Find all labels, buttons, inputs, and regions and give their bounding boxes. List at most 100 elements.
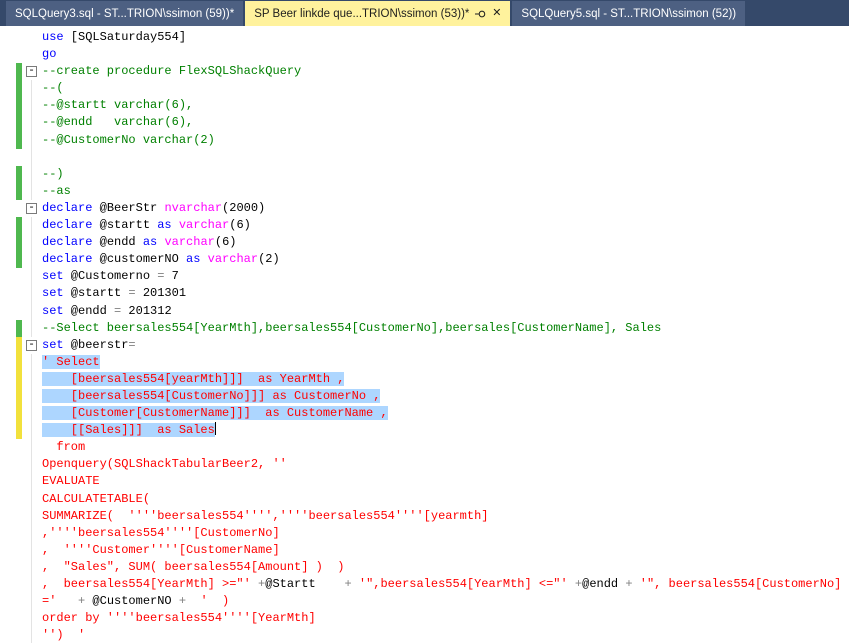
- code-text[interactable]: ' Select: [42, 354, 849, 371]
- fold-margin: [22, 541, 42, 560]
- code-text[interactable]: [beersales554[CustomerNo]]] as CustomerN…: [42, 388, 849, 405]
- document-tab-2[interactable]: SP Beer linkde que...TRION\ssimon (53))*…: [245, 1, 511, 26]
- fold-margin: [22, 610, 42, 628]
- code-text[interactable]: , ''''Customer''''[CustomerName]: [42, 542, 849, 559]
- text-selection: [[Sales]]] as Sales: [42, 423, 215, 438]
- code-text[interactable]: --(: [42, 80, 849, 97]
- code-text[interactable]: --@endd varchar(6),: [42, 114, 849, 131]
- code-text[interactable]: [beersales554[yearMth]]] as YearMth ,: [42, 371, 849, 388]
- text-selection: [beersales554[CustomerNo]]] as CustomerN…: [42, 388, 381, 403]
- code-text[interactable]: --@CustomerNo varchar(2): [42, 132, 849, 149]
- fold-margin: [22, 387, 42, 406]
- ssms-window: SQLQuery3.sql - ST...TRION\ssimon (59))*…: [0, 0, 849, 643]
- code-line: '') ': [0, 627, 849, 643]
- code-text[interactable]: , beersales554[YearMth] >="' +@Startt + …: [42, 576, 849, 593]
- fold-margin: [22, 302, 42, 320]
- fold-margin: [22, 370, 42, 389]
- code-text[interactable]: from: [42, 439, 849, 456]
- code-line: use [SQLSaturday554]: [0, 29, 849, 46]
- code-text[interactable]: set @startt = 201301: [42, 285, 849, 302]
- code-text[interactable]: --as: [42, 183, 849, 200]
- code-line: , ''''Customer''''[CustomerName]: [0, 541, 849, 560]
- code-text[interactable]: --Select beersales554[YearMth],beersales…: [42, 320, 849, 337]
- pin-tab-icon[interactable]: ⚲: [474, 9, 488, 18]
- fold-margin: [22, 405, 42, 423]
- code-text[interactable]: [Customer[CustomerName]]] as CustomerNam…: [42, 405, 849, 422]
- code-line: , "Sales", SUM( beersales554[Amount] ) ): [0, 558, 849, 577]
- document-tab-3[interactable]: SQLQuery5.sql - ST...TRION\ssimon (52)): [512, 1, 746, 26]
- document-tab-1[interactable]: SQLQuery3.sql - ST...TRION\ssimon (59))*: [6, 1, 244, 26]
- code-text[interactable]: declare @BeerStr nvarchar(2000): [42, 200, 849, 217]
- code-line: --(: [0, 80, 849, 98]
- code-editor[interactable]: use [SQLSaturday554] go - --create procedur…: [0, 26, 849, 643]
- code-line: - declare @BeerStr nvarchar(2000): [0, 200, 849, 217]
- code-text[interactable]: use [SQLSaturday554]: [42, 29, 849, 46]
- code-text[interactable]: declare @startt as varchar(6): [42, 217, 849, 234]
- code-line: [[Sales]]] as Sales: [0, 422, 849, 440]
- fold-margin: [22, 114, 42, 132]
- code-line: ,''''beersales554''''[CustomerNo]: [0, 524, 849, 542]
- code-line: --@endd varchar(6),: [0, 114, 849, 132]
- code-text[interactable]: '') ': [42, 627, 849, 643]
- code-text[interactable]: ,''''beersales554''''[CustomerNo]: [42, 525, 849, 542]
- code-line: go: [0, 46, 849, 63]
- fold-margin: [22, 251, 42, 269]
- document-tabbar: SQLQuery3.sql - ST...TRION\ssimon (59))*…: [0, 0, 849, 26]
- fold-margin: [22, 285, 42, 303]
- code-text[interactable]: set @beerstr=: [42, 337, 849, 354]
- close-tab-icon[interactable]: ✕: [492, 8, 501, 19]
- fold-margin: [22, 46, 42, 63]
- code-text[interactable]: =' + @CustomerNO + ' ): [42, 593, 849, 610]
- code-text[interactable]: declare @customerNO as varchar(2): [42, 251, 849, 268]
- fold-margin: [22, 439, 42, 457]
- text-selection: ' Select: [42, 354, 100, 369]
- code-text[interactable]: [42, 149, 849, 166]
- code-line: declare @customerNO as varchar(2): [0, 251, 849, 269]
- code-text[interactable]: set @endd = 201312: [42, 303, 849, 320]
- code-line: - --create procedure FlexSQLShackQuery: [0, 63, 849, 81]
- code-line: order by ''''beersales554''''[YearMth]: [0, 610, 849, 628]
- text-selection: [Customer[CustomerName]]] as CustomerNam…: [42, 406, 388, 421]
- fold-margin: [22, 97, 42, 115]
- fold-margin: [22, 593, 42, 611]
- code-line: set @Customerno = 7: [0, 268, 849, 286]
- fold-margin: -: [22, 63, 42, 80]
- fold-collapse-icon[interactable]: -: [26, 66, 37, 78]
- fold-margin: [22, 319, 42, 337]
- fold-margin: [22, 558, 42, 577]
- code-line: from: [0, 439, 849, 457]
- code-text[interactable]: , "Sales", SUM( beersales554[Amount] ) ): [42, 559, 849, 576]
- code-line: - set @beerstr=: [0, 336, 849, 354]
- code-text[interactable]: set @Customerno = 7: [42, 268, 849, 285]
- fold-margin: [22, 80, 42, 98]
- code-text[interactable]: Openquery(SQLShackTabularBeer2, '': [42, 456, 849, 473]
- tab-label: SQLQuery3.sql - ST...TRION\ssimon (59))*: [15, 7, 235, 20]
- code-text[interactable]: declare @endd as varchar(6): [42, 234, 849, 251]
- fold-margin: [22, 576, 42, 594]
- fold-margin: -: [22, 337, 42, 354]
- code-text[interactable]: go: [42, 46, 849, 63]
- fold-margin: [22, 353, 42, 371]
- code-text[interactable]: SUMMARIZE( ''''beersales554'''',''''beer…: [42, 508, 849, 525]
- fold-collapse-icon[interactable]: -: [26, 202, 37, 214]
- code-text[interactable]: CALCULATETABLE(: [42, 491, 849, 508]
- code-text[interactable]: order by ''''beersales554''''[YearMth]: [42, 610, 849, 627]
- code-line: declare @startt as varchar(6): [0, 217, 849, 235]
- code-line: SUMMARIZE( ''''beersales554'''',''''beer…: [0, 507, 849, 525]
- tab-label: SQLQuery5.sql - ST...TRION\ssimon (52)): [521, 7, 737, 20]
- code-text[interactable]: --@startt varchar(6),: [42, 97, 849, 114]
- code-line: EVALUATE: [0, 473, 849, 491]
- text-selection: [beersales554[yearMth]]] as YearMth ,: [42, 371, 345, 386]
- code-line: [beersales554[CustomerNo]]] as CustomerN…: [0, 387, 849, 406]
- code-text[interactable]: --create procedure FlexSQLShackQuery: [42, 63, 849, 80]
- fold-collapse-icon[interactable]: -: [26, 339, 37, 351]
- code-text[interactable]: EVALUATE: [42, 473, 849, 490]
- code-line: declare @endd as varchar(6): [0, 234, 849, 252]
- fold-margin: [22, 422, 42, 440]
- fold-margin: [22, 234, 42, 252]
- fold-margin: [22, 182, 42, 201]
- code-text[interactable]: --): [42, 166, 849, 183]
- code-text[interactable]: [[Sales]]] as Sales: [42, 422, 849, 439]
- fold-margin: [22, 165, 42, 183]
- fold-margin: -: [22, 200, 42, 217]
